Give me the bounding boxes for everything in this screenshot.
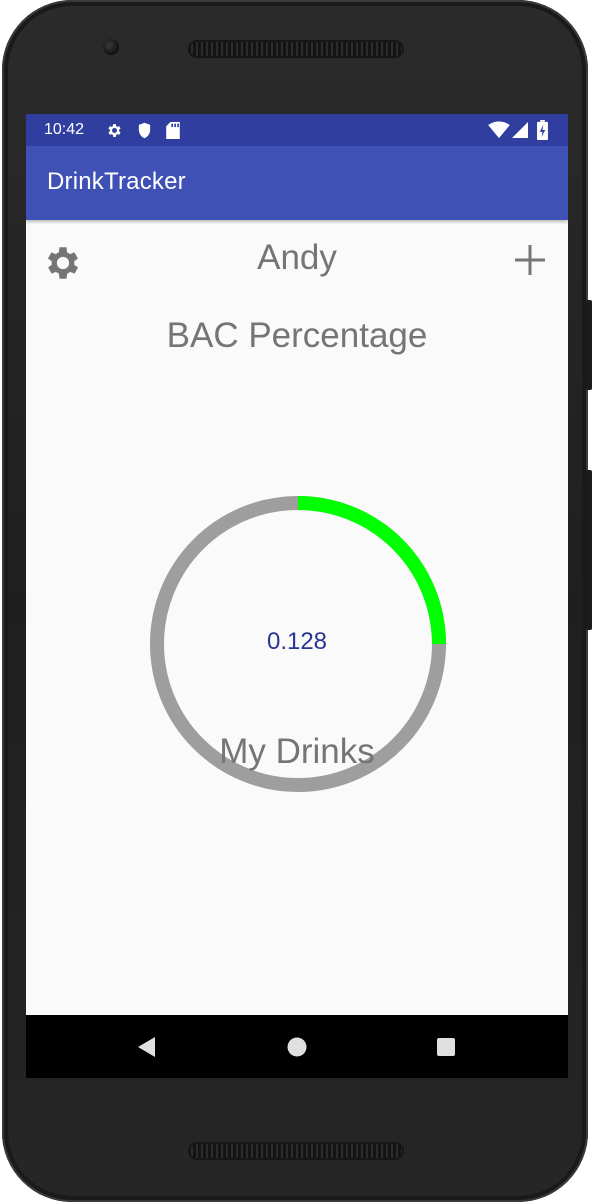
status-bar: 10:42 <box>26 114 568 146</box>
home-icon <box>287 1037 307 1057</box>
app-title: DrinkTracker <box>47 168 186 195</box>
volume-button <box>586 470 592 630</box>
front-camera <box>103 39 119 55</box>
top-speaker <box>188 40 404 58</box>
battery-icon <box>537 120 548 140</box>
status-time: 10:42 <box>44 121 85 138</box>
main-content: Andy BAC Percentage 0.128 My Drinks <box>26 220 568 1015</box>
back-icon <box>138 1037 155 1057</box>
bac-title: BAC Percentage <box>166 316 428 355</box>
recents-button[interactable] <box>430 1031 462 1063</box>
bac-value: 0.128 <box>266 628 328 655</box>
add-drink-button[interactable] <box>510 240 550 280</box>
signal-icon <box>512 122 528 138</box>
sd-card-icon <box>166 122 180 139</box>
plus-icon <box>515 245 545 275</box>
bottom-speaker <box>188 1142 404 1160</box>
back-button[interactable] <box>130 1031 162 1063</box>
gauge-progress <box>297 496 446 645</box>
app-bar: DrinkTracker <box>26 146 568 220</box>
shield-icon <box>138 122 151 139</box>
home-button[interactable] <box>281 1031 313 1063</box>
settings-icon <box>108 124 121 137</box>
my-drinks-title: My Drinks <box>219 732 375 771</box>
phone-frame: 10:42 DrinkTracker Andy BAC Percentage 0… <box>2 0 592 1202</box>
power-button <box>586 300 592 390</box>
wifi-icon <box>488 121 510 139</box>
screen: 10:42 DrinkTracker Andy BAC Percentage 0… <box>26 114 568 1078</box>
user-name: Andy <box>257 238 337 277</box>
recents-icon <box>437 1038 455 1056</box>
navigation-bar <box>26 1015 568 1078</box>
